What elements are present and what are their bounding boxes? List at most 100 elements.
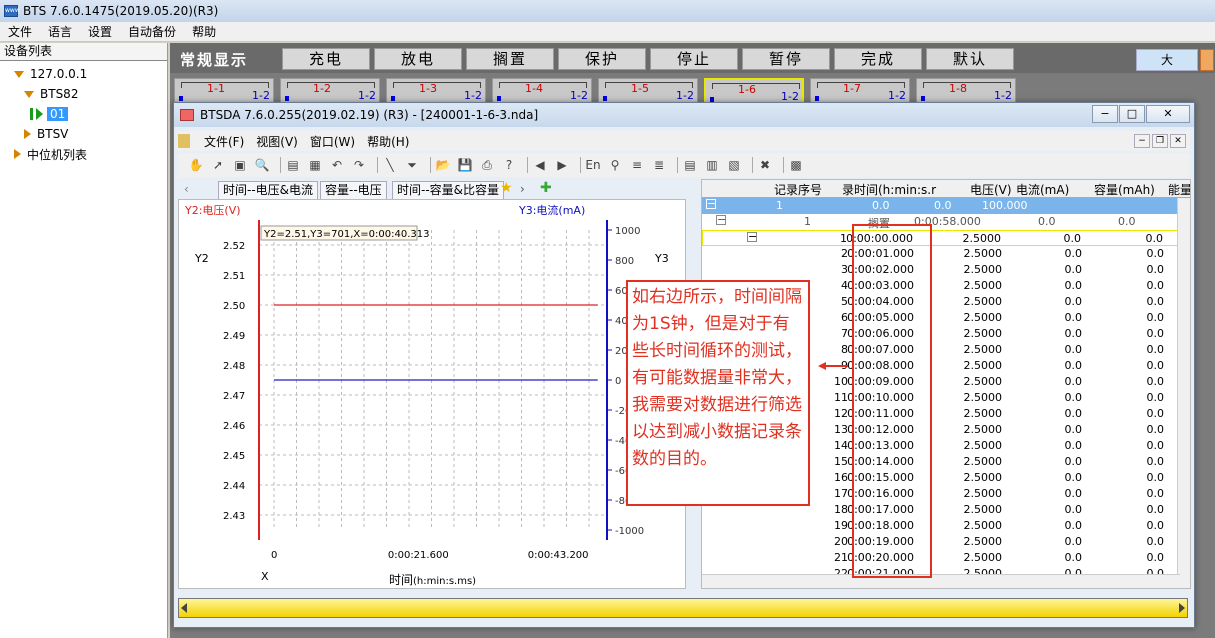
close-button[interactable]: ✕ <box>1146 105 1190 123</box>
col-current[interactable]: 电流(mA) <box>1016 181 1069 198</box>
menu-auto-backup[interactable]: 自动备份 <box>120 23 184 40</box>
table-row[interactable]: 21 0:00:20.000 2.5000 0.0 0.0 <box>702 550 1180 566</box>
menu-settings[interactable]: 设置 <box>80 23 120 40</box>
undo-icon[interactable]: ↶ <box>329 157 345 173</box>
step-row[interactable]: − 1 搁置 0:00:58.000 0.0 0.0 <box>702 214 1180 230</box>
cell-voltage: 2.5000 <box>963 391 1003 404</box>
zoom-icon[interactable]: 🔍 <box>254 157 270 173</box>
table-row[interactable]: 20 0:00:19.000 2.5000 0.0 0.0 <box>702 534 1180 550</box>
list-a-icon[interactable]: ≡ <box>629 157 645 173</box>
collapse-icon[interactable]: − <box>706 198 716 209</box>
excel-icon[interactable]: ✖ <box>757 157 773 173</box>
col-voltage[interactable]: 电压(V) <box>970 181 1012 198</box>
menu-view[interactable]: 视图(V) <box>250 133 304 150</box>
col-record-no[interactable]: 记录序号 <box>774 181 822 198</box>
table-a-icon[interactable]: ▤ <box>682 157 698 173</box>
size-toggle-button[interactable] <box>1200 49 1214 71</box>
filter-rest-button[interactable]: 搁置 <box>466 48 554 70</box>
table-row[interactable]: 19 0:00:18.000 2.5000 0.0 0.0 <box>702 518 1180 534</box>
tab-scroll-right-icon[interactable]: › <box>520 182 525 196</box>
menu-window[interactable]: 窗口(W) <box>304 133 361 150</box>
back-icon[interactable]: ◀ <box>532 157 548 173</box>
list-b-icon[interactable]: ≣ <box>651 157 667 173</box>
scroll-right-icon[interactable] <box>1179 603 1185 613</box>
table-b-icon[interactable]: ▥ <box>704 157 720 173</box>
size-large-button[interactable]: 大 <box>1136 49 1198 71</box>
scroll-left-icon[interactable] <box>181 603 187 613</box>
cell-record-no: 15 <box>834 455 848 468</box>
filter-discharge-button[interactable]: 放电 <box>374 48 462 70</box>
help-icon[interactable]: ? <box>501 157 517 173</box>
menu-help[interactable]: 帮助(H) <box>361 133 415 150</box>
status-scroll-bar[interactable] <box>178 598 1188 618</box>
language-icon[interactable]: En <box>585 157 601 173</box>
pin-icon[interactable]: ⚲ <box>607 157 623 173</box>
col-energy[interactable]: 能量 <box>1168 181 1190 198</box>
open-icon[interactable]: 📂 <box>435 157 451 173</box>
col-capacity[interactable]: 容量(mAh) <box>1094 181 1155 198</box>
print-icon[interactable]: ⎙ <box>479 157 495 173</box>
filter-complete-button[interactable]: 完成 <box>834 48 922 70</box>
voltage-current-chart[interactable]: 2.52 2.51 2.50 2.49 2.48 2.47 2.46 2.45 2.44 2.43… <box>179 200 685 588</box>
mdi-minimize-button[interactable]: − <box>1134 134 1150 148</box>
table-row[interactable]: 2 0:00:01.000 2.5000 0.0 0.0 <box>702 246 1180 262</box>
collapse-icon[interactable] <box>14 149 21 159</box>
hand-icon[interactable]: ✋ <box>188 157 204 173</box>
redo-icon[interactable]: ↷ <box>351 157 367 173</box>
expand-icon[interactable] <box>14 70 24 78</box>
tab-capacity-voltage[interactable]: 容量--电压 <box>320 181 387 199</box>
mdi-close-button[interactable]: ✕ <box>1170 134 1186 148</box>
cell-current: 0.0 <box>1064 423 1083 436</box>
outer-window-title: BTS 7.6.0.1475(2019.05.20)(R3) <box>23 4 219 18</box>
col-record-time[interactable]: 录时间(h:min:s.r <box>842 181 954 198</box>
pointer-icon[interactable]: ➚ <box>210 157 226 173</box>
cell-voltage: 2.5000 <box>963 471 1003 484</box>
tree-node-host[interactable]: 127.0.0.1 <box>14 65 87 83</box>
table-horizontal-scrollbar[interactable] <box>702 574 1180 588</box>
menu-help[interactable]: 帮助 <box>184 23 224 40</box>
cell-record-no: 18 <box>834 503 848 516</box>
save-icon[interactable]: 💾 <box>457 157 473 173</box>
chart-panel: 2.52 2.51 2.50 2.49 2.48 2.47 2.46 2.45 2.44 2.43… <box>178 199 686 589</box>
line-icon[interactable]: ╲ <box>382 157 398 173</box>
collapse-icon[interactable]: − <box>716 214 726 225</box>
filter-charge-button[interactable]: 充电 <box>282 48 370 70</box>
forward-icon[interactable]: ▶ <box>554 157 570 173</box>
minimize-button[interactable]: − <box>1092 105 1118 123</box>
y2-axis-title: Y2:电压(V) <box>184 204 241 217</box>
table-vertical-scrollbar[interactable] <box>1177 198 1190 588</box>
menu-language[interactable]: 语言 <box>40 23 80 40</box>
mdi-restore-button[interactable]: ❐ <box>1152 134 1168 148</box>
y2-tick-label: 2.45 <box>223 451 245 462</box>
table-c-icon[interactable]: ▧ <box>726 157 742 173</box>
maximize-button[interactable]: □ <box>1119 105 1145 123</box>
filter-stop-button[interactable]: 停止 <box>650 48 738 70</box>
tree-node-01[interactable]: 01 <box>30 105 69 123</box>
menu-file[interactable]: 文件 <box>0 23 40 40</box>
tab-time-capacity[interactable]: 时间--容量&比容量 <box>392 181 505 199</box>
star-icon[interactable]: ★ <box>500 180 513 196</box>
table-row[interactable]: 3 0:00:02.000 2.5000 0.0 0.0 <box>702 262 1180 278</box>
cell-record-no: 13 <box>834 423 848 436</box>
collapse-icon[interactable]: − <box>747 231 757 242</box>
tab-time-voltage-current[interactable]: 时间--电压&电流 <box>218 181 319 199</box>
zoom-region-icon[interactable]: ▣ <box>232 157 248 173</box>
tree-node-btsv[interactable]: BTSV <box>24 125 68 143</box>
tree-node-bts82[interactable]: BTS82 <box>24 85 78 103</box>
grid-icon[interactable]: ▦ <box>307 157 323 173</box>
rst-icon[interactable]: ▤ <box>285 157 301 173</box>
cycle-row[interactable]: − 1 0.0 0.0 100.000 <box>702 198 1180 214</box>
filter-pause-button[interactable]: 暂停 <box>742 48 830 70</box>
add-chart-icon[interactable]: ✚ <box>540 180 552 196</box>
cell-capacity: 0.0 <box>1146 503 1165 516</box>
tab-scroll-left-icon[interactable]: ‹ <box>184 182 189 196</box>
filter-default-button[interactable]: 默认 <box>926 48 1014 70</box>
menu-file[interactable]: 文件(F) <box>198 133 250 150</box>
filter-icon[interactable]: ⏷ <box>404 157 420 173</box>
expand-icon[interactable] <box>24 90 34 98</box>
qr-icon[interactable]: ▩ <box>788 157 804 173</box>
tree-node-middle-list[interactable]: 中位机列表 <box>14 145 87 163</box>
table-row[interactable]: 1 0:00:00.000 2.5000 0.0 0.0− <box>702 230 1180 246</box>
collapse-icon[interactable] <box>24 129 31 139</box>
filter-protect-button[interactable]: 保护 <box>558 48 646 70</box>
